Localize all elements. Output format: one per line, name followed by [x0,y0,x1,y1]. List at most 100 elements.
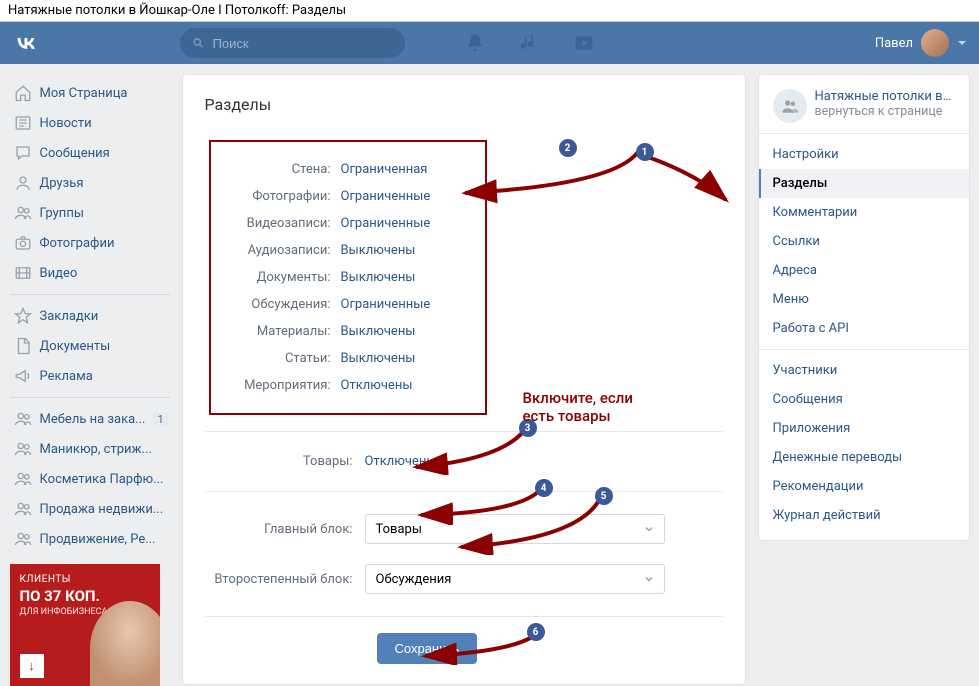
username: Павел [875,36,913,51]
nav-primary-item-2[interactable]: Сообщения [10,138,170,168]
section-value[interactable]: Выключены [341,243,416,258]
nav-group-item-4[interactable]: Продвижение, Ре... [10,524,170,554]
settings-nav-4[interactable]: Адреса [759,256,969,285]
section-row-1: Фотографии:Ограниченные [211,183,469,210]
ad-line1: КЛИЕНТЫ [20,574,150,585]
annotation-badge-1: 1 [636,143,654,161]
annotation-arrow [638,150,733,210]
annotation-text: Включите, если есть товары [523,389,633,425]
avatar [921,29,949,57]
nav-label: Моя Страница [40,86,128,101]
section-row-7: Статьи:Выключены [211,345,469,372]
highlighted-section-box: Стена:ОграниченнаяФотографии:Ограниченны… [209,140,487,415]
ad-arrow-icon: ↓ [20,654,44,678]
nav-badge: 1 [153,413,167,426]
settings-nav-0[interactable]: Настройки [759,140,969,169]
main-block-row: Главный блок: Товары [205,508,723,550]
nav-label: Закладки [40,309,99,324]
save-button[interactable]: Сохранить [377,633,478,664]
section-value[interactable]: Выключены [341,351,416,366]
section-label: Документы: [211,270,341,285]
nav-primary-item-4[interactable]: Группы [10,198,170,228]
nav-label: Группы [40,206,84,221]
ad-banner[interactable]: КЛИЕНТЫ ПО 37 КОП. ДЛЯ ИНФОБИЗНЕСА ↓ [10,564,160,686]
settings-nav-3[interactable]: Ссылки [759,227,969,256]
section-label: Фотографии: [211,189,341,204]
settings-nav-1[interactable]: Разделы [759,169,969,198]
group-avatar-icon [773,89,807,123]
section-value[interactable]: Выключены [341,324,416,339]
nav-label: Документы [40,339,111,354]
products-label: Товары: [205,454,365,469]
settings-nav-2[interactable]: Комментарии [759,198,969,227]
nav-label: Маникюр, стриж... [40,442,152,457]
settings-nav2-5[interactable]: Журнал действий [759,501,969,530]
nav-secondary-item-1[interactable]: Документы [10,331,170,361]
settings-nav2-4[interactable]: Рекомендации [759,472,969,501]
music-icon[interactable] [519,33,539,53]
search-box[interactable] [180,28,405,58]
browser-tab-title: Натяжные потолки в Йошкар-Оле I Потолкоf… [0,0,979,22]
settings-nav2-3[interactable]: Денежные переводы [759,443,969,472]
section-label: Материалы: [211,324,341,339]
main-block-value: Товары [376,522,422,537]
section-value[interactable]: Выключены [341,270,416,285]
user-menu[interactable]: Павел [875,29,967,57]
chevron-down-icon [644,524,654,534]
right-panel: Натяжные потолки в Йо... вернуться к стр… [758,74,970,541]
settings-nav-6[interactable]: Работа с API [759,314,969,343]
section-value[interactable]: Ограниченные [341,216,431,231]
nav-group-item-1[interactable]: Маникюр, стриж... [10,434,170,464]
main-block-label: Главный блок: [205,522,365,537]
nav-group-item-2[interactable]: Косметика Парфю... [10,464,170,494]
products-row: Товары: Отключены [205,448,723,475]
section-label: Статьи: [211,351,341,366]
chevron-down-icon [957,38,967,48]
settings-panel: Разделы Стена:ОграниченнаяФотографии:Огр… [182,74,746,685]
panel-title: Разделы [205,95,723,114]
settings-nav-5[interactable]: Меню [759,285,969,314]
nav-label: Реклама [40,369,93,384]
section-value[interactable]: Ограниченная [341,162,428,177]
nav-label: Продажа недвижи... [40,502,164,517]
settings-nav2-2[interactable]: Приложения [759,414,969,443]
video-play-icon[interactable] [573,33,595,53]
section-label: Обсуждения: [211,297,341,312]
nav-primary-item-5[interactable]: Фотографии [10,228,170,258]
annotation-badge-6: 6 [527,623,545,641]
second-block-row: Второстепенный блок: Обсуждения [205,558,723,600]
section-label: Мероприятия: [211,378,341,393]
vk-logo-icon[interactable] [12,29,40,57]
nav-group-item-0[interactable]: Мебель на зака...1 [10,404,170,434]
section-row-8: Мероприятия:Отключены [211,372,469,399]
right-header[interactable]: Натяжные потолки в Йо... вернуться к стр… [759,85,969,134]
nav-label: Сообщения [40,146,110,161]
section-value[interactable]: Ограниченные [341,297,431,312]
search-input[interactable] [213,36,393,51]
settings-nav2-1[interactable]: Сообщения [759,385,969,414]
notifications-icon[interactable] [465,33,485,53]
settings-nav2-0[interactable]: Участники [759,356,969,385]
section-row-6: Материалы:Выключены [211,318,469,345]
annotation-badge-5: 5 [595,487,613,505]
nav-label: Новости [40,116,92,131]
second-block-select[interactable]: Обсуждения [365,564,665,594]
nav-primary-item-3[interactable]: Друзья [10,168,170,198]
annotation-badge-2: 2 [559,139,577,157]
nav-group-item-3[interactable]: Продажа недвижи... [10,494,170,524]
products-value[interactable]: Отключены [365,454,437,469]
section-value[interactable]: Отключены [341,378,413,393]
main-block-select[interactable]: Товары [365,514,665,544]
nav-primary-item-0[interactable]: Моя Страница [10,78,170,108]
back-link[interactable]: вернуться к странице [815,104,955,119]
section-label: Видеозаписи: [211,216,341,231]
section-value[interactable]: Ограниченные [341,189,431,204]
nav-label: Косметика Парфю... [40,472,164,487]
section-row-5: Обсуждения:Ограниченные [211,291,469,318]
nav-label: Видео [40,266,78,281]
nav-primary-item-6[interactable]: Видео [10,258,170,288]
nav-primary-item-1[interactable]: Новости [10,108,170,138]
nav-secondary-item-0[interactable]: Закладки [10,301,170,331]
nav-secondary-item-2[interactable]: Реклама [10,361,170,391]
second-block-value: Обсуждения [376,572,452,587]
